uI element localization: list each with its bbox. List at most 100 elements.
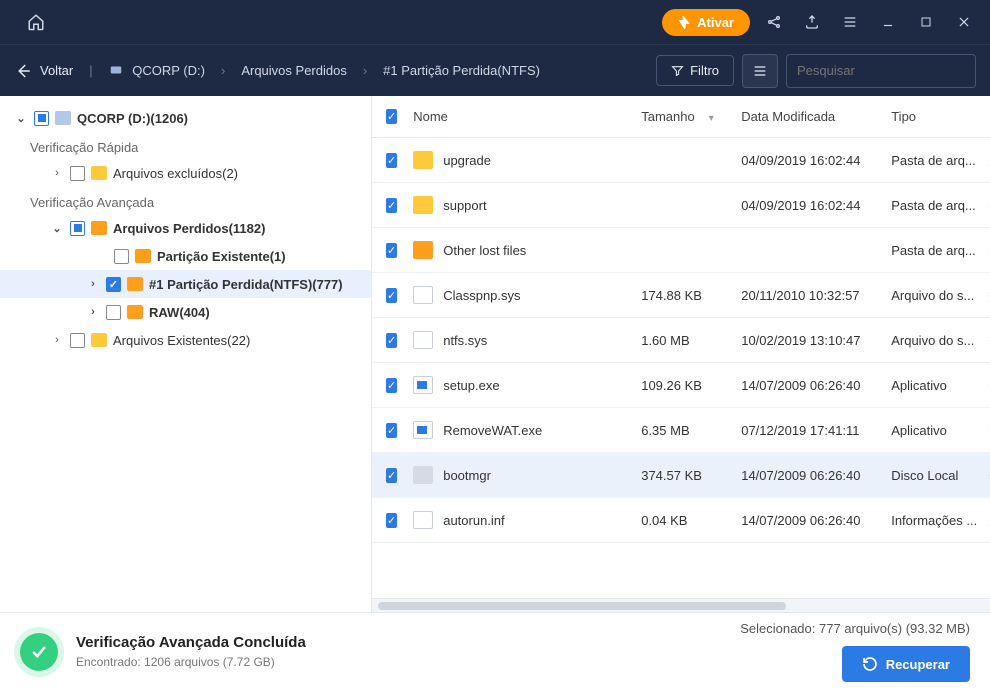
file-icon: [413, 241, 433, 259]
file-date: 14/07/2009 06:26:40: [741, 513, 891, 528]
chevron-down-icon[interactable]: ⌄: [14, 112, 28, 125]
file-name: Other lost files: [443, 243, 526, 258]
home-icon[interactable]: [22, 8, 50, 36]
file-name: bootmgr: [443, 468, 491, 483]
header-name[interactable]: Nome: [403, 109, 641, 124]
checkbox[interactable]: [114, 249, 129, 264]
export-icon[interactable]: [798, 8, 826, 36]
tree-existing-partition[interactable]: Partição Existente(1): [0, 242, 371, 270]
titlebar: Ativar: [0, 0, 990, 44]
menu-icon[interactable]: [836, 8, 864, 36]
tree-label: Partição Existente(1): [157, 249, 286, 264]
checkbox[interactable]: [70, 166, 85, 181]
chevron-right-icon[interactable]: ›: [86, 306, 100, 318]
table-row[interactable]: ✓Classpnp.sys174.88 KB20/11/2010 10:32:5…: [372, 273, 990, 318]
tree-root[interactable]: ⌄ QCORP (D:)(1206): [0, 104, 371, 132]
header-type[interactable]: Tipo: [891, 109, 989, 124]
checkbox[interactable]: ✓: [106, 277, 121, 292]
file-icon: [413, 511, 433, 529]
checkbox[interactable]: ✓: [386, 423, 397, 438]
header-size[interactable]: Tamanho▾: [641, 109, 741, 124]
filter-button[interactable]: Filtro: [656, 55, 734, 86]
folder-icon: [127, 277, 143, 291]
share-icon[interactable]: [760, 8, 788, 36]
file-date: 07/12/2019 17:41:11: [741, 423, 891, 438]
file-size: 174.88 KB: [641, 288, 741, 303]
file-date: 04/09/2019 16:02:44: [741, 198, 891, 213]
checkbox[interactable]: ✓: [386, 198, 397, 213]
horizontal-scrollbar[interactable]: [372, 598, 990, 612]
table-row[interactable]: ✓support04/09/2019 16:02:44Pasta de arq.…: [372, 183, 990, 228]
file-name: upgrade: [443, 153, 491, 168]
tree-lost-partition[interactable]: › ✓ #1 Partição Perdida(NTFS)(777): [0, 270, 371, 298]
chevron-right-icon[interactable]: ›: [50, 334, 64, 346]
disk-icon: [109, 63, 127, 78]
checkbox[interactable]: ✓: [386, 513, 397, 528]
chevron-down-icon[interactable]: ⌄: [50, 222, 64, 235]
checkbox[interactable]: [106, 305, 121, 320]
table-row[interactable]: ✓bootmgr374.57 KB14/07/2009 06:26:40Disc…: [372, 453, 990, 498]
breadcrumb-partition[interactable]: #1 Partição Perdida(NTFS): [383, 63, 540, 78]
back-label: Voltar: [40, 63, 73, 78]
breadcrumb-lost[interactable]: Arquivos Perdidos: [241, 63, 347, 78]
tree-label: Arquivos Perdidos(1182): [113, 221, 265, 236]
checkbox[interactable]: ✓: [386, 378, 397, 393]
table-row[interactable]: ✓setup.exe109.26 KB14/07/2009 06:26:40Ap…: [372, 363, 990, 408]
file-date: 14/07/2009 06:26:40: [741, 378, 891, 393]
file-icon: [413, 466, 433, 484]
checkbox[interactable]: ✓: [386, 333, 397, 348]
checkbox[interactable]: ✓: [386, 243, 397, 258]
tree-label: #1 Partição Perdida(NTFS)(777): [149, 277, 343, 292]
recover-button[interactable]: Recuperar: [842, 646, 970, 682]
table-row[interactable]: ✓Other lost filesPasta de arq...Q: [372, 228, 990, 273]
back-button[interactable]: Voltar: [14, 62, 73, 80]
search-input[interactable]: [797, 63, 973, 78]
file-size: 109.26 KB: [641, 378, 741, 393]
file-icon: [413, 331, 433, 349]
breadcrumb-drive[interactable]: QCORP (D:): [109, 63, 205, 78]
tree-existing-files[interactable]: › Arquivos Existentes(22): [0, 326, 371, 354]
listview-button[interactable]: [742, 54, 778, 88]
file-type: Pasta de arq...: [891, 198, 989, 213]
checkbox[interactable]: [34, 111, 49, 126]
selected-label: Selecionado: 777 arquivo(s) (93.32 MB): [740, 621, 970, 636]
folder-icon: [135, 249, 151, 263]
file-icon: [413, 196, 433, 214]
file-icon: [413, 376, 433, 394]
checkbox[interactable]: ✓: [386, 288, 397, 303]
maximize-icon[interactable]: [912, 8, 940, 36]
checkbox[interactable]: ✓: [386, 468, 397, 483]
chevron-right-icon[interactable]: ›: [50, 167, 64, 179]
tree-label: QCORP (D:)(1206): [77, 111, 188, 126]
file-name: ntfs.sys: [443, 333, 487, 348]
chevron-right-icon: ›: [363, 63, 367, 78]
file-icon: [413, 421, 433, 439]
file-name: RemoveWAT.exe: [443, 423, 542, 438]
file-size: 1.60 MB: [641, 333, 741, 348]
folder-icon: [91, 333, 107, 347]
close-icon[interactable]: [950, 8, 978, 36]
checkbox-all[interactable]: ✓: [386, 109, 397, 124]
tree-raw[interactable]: › RAW(404): [0, 298, 371, 326]
tree-lost[interactable]: ⌄ Arquivos Perdidos(1182): [0, 214, 371, 242]
table-row[interactable]: ✓autorun.inf0.04 KB14/07/2009 06:26:40In…: [372, 498, 990, 543]
table-row[interactable]: ✓upgrade04/09/2019 16:02:44Pasta de arq.…: [372, 138, 990, 183]
chevron-right-icon[interactable]: ›: [86, 278, 100, 290]
file-date: 04/09/2019 16:02:44: [741, 153, 891, 168]
checkbox[interactable]: [70, 221, 85, 236]
drive-icon: [55, 111, 71, 125]
header-date[interactable]: Data Modificada: [741, 109, 891, 124]
minimize-icon[interactable]: [874, 8, 902, 36]
search-box[interactable]: [786, 54, 976, 88]
scan-complete-label: Verificação Avançada Concluída: [76, 634, 306, 651]
folder-icon: [91, 166, 107, 180]
activate-button[interactable]: Ativar: [662, 9, 750, 36]
file-size: 0.04 KB: [641, 513, 741, 528]
table-row[interactable]: ✓RemoveWAT.exe6.35 MB07/12/2019 17:41:11…: [372, 408, 990, 453]
table-row[interactable]: ✓ntfs.sys1.60 MB10/02/2019 13:10:47Arqui…: [372, 318, 990, 363]
tree-excluded[interactable]: › Arquivos excluídos(2): [0, 159, 371, 187]
checkbox[interactable]: [70, 333, 85, 348]
checkbox[interactable]: ✓: [386, 153, 397, 168]
folder-icon: [127, 305, 143, 319]
file-date: 10/02/2019 13:10:47: [741, 333, 891, 348]
